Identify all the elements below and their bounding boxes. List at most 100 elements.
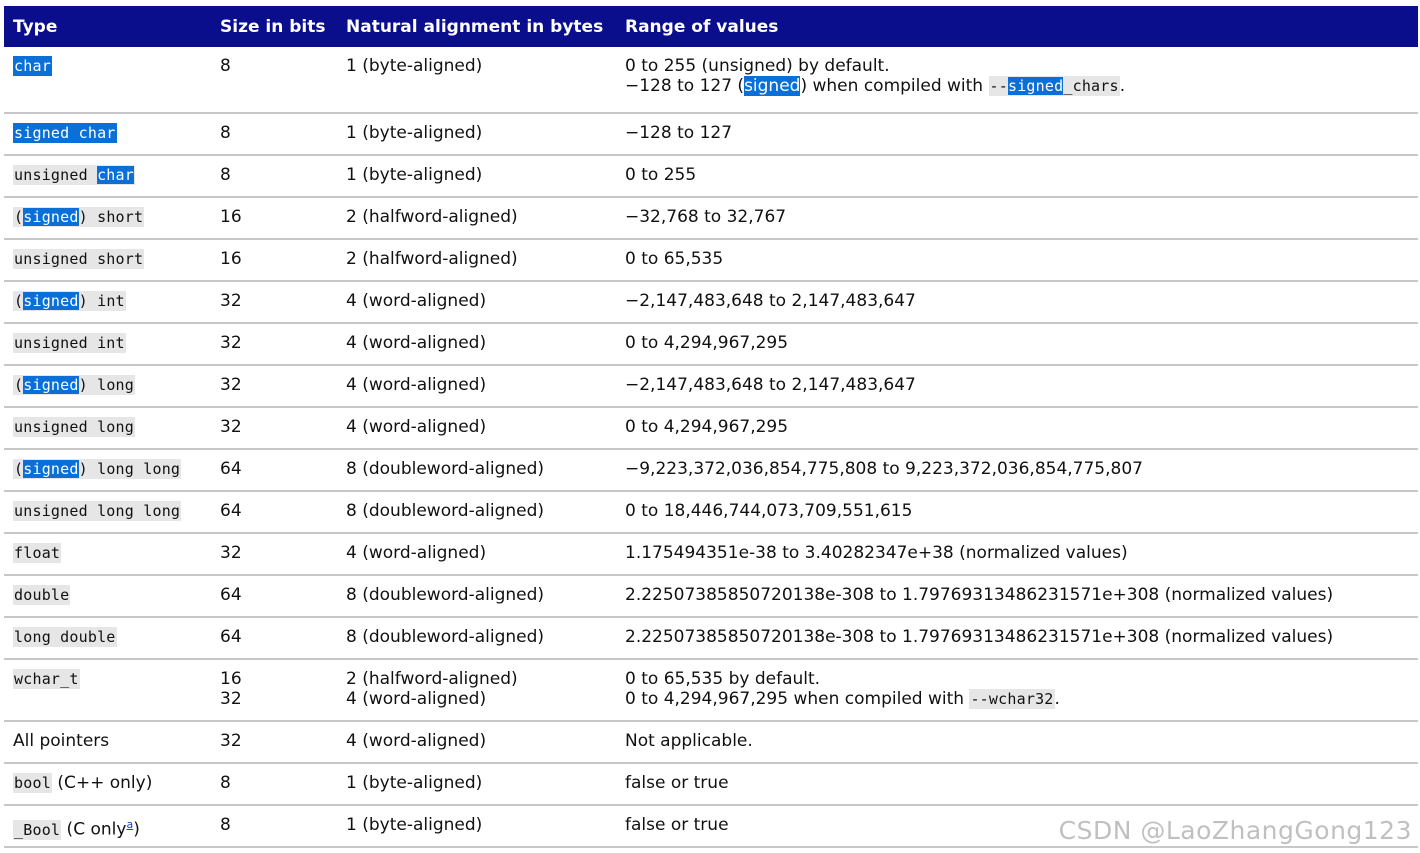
type-cell: signed char bbox=[4, 113, 211, 156]
watermark: CSDN @LaoZhangGong123 bbox=[1058, 816, 1412, 845]
range-cell: −128 to 127 bbox=[616, 113, 1418, 156]
type-cell: (signed) short bbox=[4, 197, 211, 240]
type-cell: long double bbox=[4, 617, 211, 660]
type-cell: unsigned long long bbox=[4, 491, 211, 534]
type-code: (signed) long long bbox=[13, 459, 182, 479]
col-header-size: Size in bits bbox=[211, 6, 337, 47]
range-cell: 0 to 65,535 by default. 0 to 4,294,967,2… bbox=[616, 659, 1418, 722]
range-cell: 0 to 4,294,967,295 bbox=[616, 323, 1418, 366]
table-row: float 32 4 (word-aligned) 1.175494351e-3… bbox=[4, 533, 1418, 576]
code-text: ) long long bbox=[78, 460, 181, 478]
align-cell: 8 (doubleword-aligned) bbox=[337, 449, 616, 492]
align-cell: 8 (doubleword-aligned) bbox=[337, 617, 616, 660]
col-header-range: Range of values bbox=[616, 6, 1418, 47]
type-note: (C only bbox=[61, 819, 127, 840]
type-cell: (signed) long long bbox=[4, 449, 211, 492]
table-row: (signed) long 32 4 (word-aligned) −2,147… bbox=[4, 365, 1418, 408]
align-line: 2 (halfword-aligned) bbox=[346, 669, 518, 689]
table-row: (signed) long long 64 8 (doubleword-alig… bbox=[4, 449, 1418, 492]
type-code: unsigned short bbox=[13, 249, 145, 269]
size-cell: 16 32 bbox=[211, 659, 337, 722]
data-types-table: Type Size in bits Natural alignment in b… bbox=[4, 6, 1418, 848]
range-cell: false or true bbox=[616, 763, 1418, 806]
code-highlight: char bbox=[97, 166, 135, 184]
code-text: unsigned bbox=[14, 166, 98, 184]
type-cell: unsigned short bbox=[4, 239, 211, 282]
type-code: unsigned char bbox=[13, 165, 136, 185]
align-cell: 4 (word-aligned) bbox=[337, 407, 616, 450]
align-cell: 1 (byte-aligned) bbox=[337, 155, 616, 198]
align-cell: 8 (doubleword-aligned) bbox=[337, 575, 616, 618]
type-cell: bool (C++ only) bbox=[4, 763, 211, 806]
table-row: (signed) short 16 2 (halfword-aligned) −… bbox=[4, 197, 1418, 240]
type-code: unsigned int bbox=[13, 333, 126, 353]
type-note-close: ) bbox=[133, 819, 140, 840]
range-cell: −2,147,483,648 to 2,147,483,647 bbox=[616, 281, 1418, 324]
type-code: bool bbox=[13, 773, 52, 793]
align-cell: 1 (byte-aligned) bbox=[337, 763, 616, 806]
code-suffix: _chars bbox=[1063, 77, 1119, 95]
range-line-2: 0 to 4,294,967,295 when compiled with --… bbox=[625, 689, 1418, 709]
size-line: 16 bbox=[220, 669, 242, 689]
table-row: unsigned short 16 2 (halfword-aligned) 0… bbox=[4, 239, 1418, 282]
type-cell: All pointers bbox=[4, 721, 211, 764]
size-cell: 32 bbox=[211, 407, 337, 450]
type-code: wchar_t bbox=[13, 669, 80, 689]
type-cell: unsigned char bbox=[4, 155, 211, 198]
range-line-1: 0 to 255 (unsigned) by default. bbox=[625, 56, 890, 76]
size-cell: 8 bbox=[211, 763, 337, 806]
size-cell: 64 bbox=[211, 575, 337, 618]
type-code: char bbox=[13, 56, 52, 76]
table-row: unsigned int 32 4 (word-aligned) 0 to 4,… bbox=[4, 323, 1418, 366]
size-cell: 8 bbox=[211, 47, 337, 114]
size-cell: 8 bbox=[211, 155, 337, 198]
align-cell: 2 (halfword-aligned) bbox=[337, 197, 616, 240]
type-code: double bbox=[13, 585, 71, 605]
align-cell: 1 (byte-aligned) bbox=[337, 47, 616, 114]
code-highlight: signed bbox=[1007, 77, 1064, 95]
align-cell: 1 (byte-aligned) bbox=[337, 113, 616, 156]
align-line: 4 (word-aligned) bbox=[346, 689, 487, 709]
code-highlight: signed bbox=[23, 460, 79, 478]
type-cell: float bbox=[4, 533, 211, 576]
code-highlight: signed bbox=[23, 292, 79, 310]
type-cell: char bbox=[4, 47, 211, 114]
type-cell: wchar_t bbox=[4, 659, 211, 722]
type-cell: unsigned int bbox=[4, 323, 211, 366]
size-cell: 32 bbox=[211, 365, 337, 408]
size-line: 32 bbox=[220, 689, 242, 709]
range-cell: 0 to 255 bbox=[616, 155, 1418, 198]
range-text: 0 to 4,294,967,295 when compiled with bbox=[625, 689, 970, 709]
range-line-2: −128 to 127 (signed) when compiled with … bbox=[625, 76, 1418, 96]
type-code: unsigned long bbox=[13, 417, 135, 437]
size-cell: 32 bbox=[211, 281, 337, 324]
type-cell: _Bool (C onlya) bbox=[4, 805, 211, 848]
size-cell: 32 bbox=[211, 323, 337, 366]
code-highlight: signed bbox=[23, 208, 79, 226]
align-cell: 8 (doubleword-aligned) bbox=[337, 491, 616, 534]
range-cell: Not applicable. bbox=[616, 721, 1418, 764]
align-cell: 2 (halfword-aligned) 4 (word-aligned) bbox=[337, 659, 616, 722]
align-cell: 2 (halfword-aligned) bbox=[337, 239, 616, 282]
type-code: (signed) short bbox=[13, 207, 145, 227]
type-code: _Bool bbox=[13, 819, 62, 840]
range-text: . bbox=[1054, 689, 1060, 709]
range-cell: 1.175494351e-38 to 3.40282347e+38 (norma… bbox=[616, 533, 1418, 576]
table-row: double 64 8 (doubleword-aligned) 2.22507… bbox=[4, 575, 1418, 618]
type-cell: unsigned long bbox=[4, 407, 211, 450]
align-cell: 4 (word-aligned) bbox=[337, 365, 616, 408]
col-header-alignment: Natural alignment in bytes bbox=[337, 6, 616, 47]
table-row: signed char 8 1 (byte-aligned) −128 to 1… bbox=[4, 113, 1418, 156]
range-text: ) when compiled with bbox=[800, 76, 989, 96]
col-header-type: Type bbox=[4, 6, 211, 47]
size-cell: 16 bbox=[211, 197, 337, 240]
size-cell: 32 bbox=[211, 533, 337, 576]
type-note: (C++ only) bbox=[51, 773, 153, 793]
type-code: long double bbox=[13, 627, 117, 647]
size-cell: 32 bbox=[211, 721, 337, 764]
align-cell: 4 (word-aligned) bbox=[337, 533, 616, 576]
range-cell: 0 to 255 (unsigned) by default. −128 to … bbox=[616, 47, 1418, 114]
code-text: ( bbox=[14, 460, 24, 478]
size-cell: 8 bbox=[211, 113, 337, 156]
range-cell: 0 to 65,535 bbox=[616, 239, 1418, 282]
